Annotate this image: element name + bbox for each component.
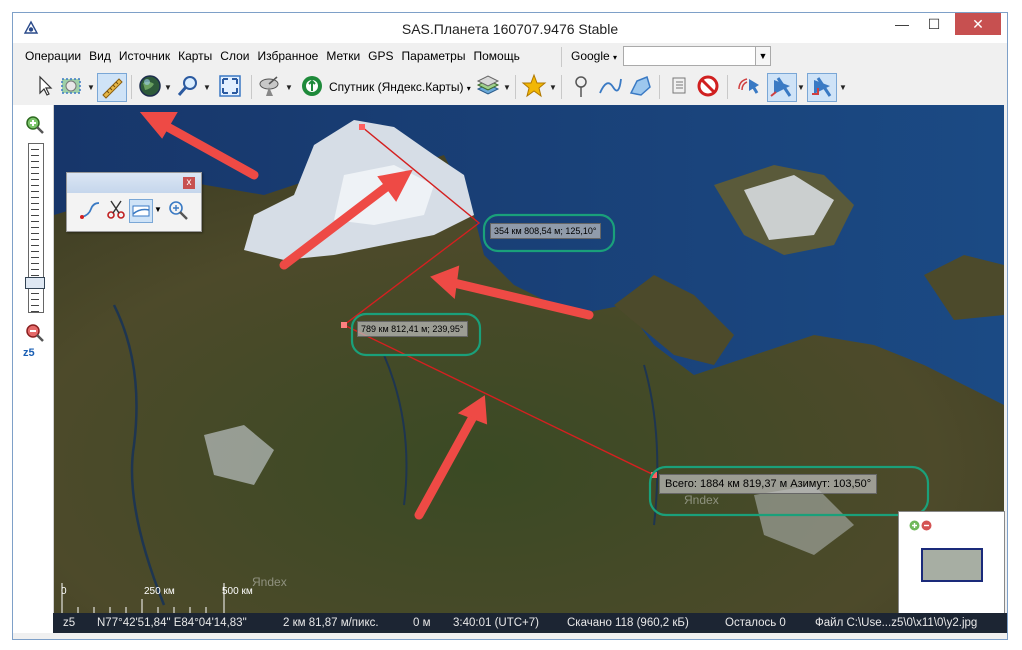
chevron-down-icon: ▾	[466, 84, 471, 93]
menu-maps[interactable]: Карты	[174, 45, 216, 67]
chevron-down-icon[interactable]: ▼	[285, 83, 293, 92]
zoom-panel: z5	[13, 105, 54, 633]
zoom-in-icon[interactable]	[25, 115, 45, 135]
yandex-watermark: Яndex	[252, 575, 287, 589]
measure-total-label: Всего: 1884 км 819,37 м Азимут: 103,50°	[659, 474, 878, 494]
cursor-arrow-icon	[39, 75, 53, 96]
search-engine-label: Google	[571, 49, 610, 63]
measure-toolbar-header[interactable]	[67, 173, 201, 193]
ruler-icon	[102, 78, 123, 99]
menu-marks[interactable]: Метки	[322, 45, 364, 67]
scale-label-250: 250 км	[144, 586, 175, 597]
zoom-level-label: z5	[23, 347, 35, 359]
measure-segment-label-1: 354 км 808,54 м; 125,10°	[490, 223, 601, 239]
chevron-down-icon[interactable]: ▼	[87, 83, 95, 92]
measure-path-icon[interactable]	[79, 199, 101, 221]
measure-settings-icon[interactable]	[129, 199, 153, 223]
status-zoom: z5	[63, 617, 76, 629]
map-source-button[interactable]	[299, 73, 325, 101]
map-source-icon	[302, 76, 322, 96]
search-engine-select[interactable]: Google ▾	[569, 47, 617, 67]
search-dropdown-button[interactable]: ▼	[755, 46, 771, 66]
menu-layers[interactable]: Слои	[216, 45, 253, 67]
measure-segment-label-2: 789 км 812,41 м; 239,95°	[357, 321, 468, 337]
close-icon[interactable]: x	[183, 177, 195, 189]
zoom-tool-button[interactable]	[175, 73, 201, 101]
selection-tool-button[interactable]	[59, 73, 85, 101]
fullscreen-icon	[219, 75, 241, 97]
menu-view[interactable]: Вид	[85, 45, 115, 67]
scale-label-0: 0	[61, 586, 67, 597]
chevron-down-icon[interactable]: ▼	[154, 205, 162, 214]
magnifier-icon	[177, 76, 197, 96]
main-toolbar: ▼ ▼ ▼ ▼	[13, 69, 1007, 105]
chevron-down-icon[interactable]: ▼	[203, 83, 211, 92]
chevron-down-icon: ▾	[613, 53, 618, 62]
satellite-dish-button[interactable]	[257, 73, 283, 101]
yandex-watermark: Яndex	[684, 493, 719, 507]
scale-label-500: 500 км	[222, 586, 253, 597]
zoom-out-icon[interactable]	[25, 323, 45, 343]
map-source-label: Спутник (Яндекс.Карты)	[329, 80, 464, 94]
title-bar: SAS.Планета 160707.9476 Stable — ☐ ✕	[13, 13, 1007, 43]
search-input[interactable]	[623, 46, 757, 66]
menu-favorites[interactable]: Избранное	[253, 45, 322, 67]
status-file: Файл C:\Use...z5\0\x11\0\y2.jpg	[815, 617, 978, 629]
measure-toolbar: x ▼	[66, 172, 202, 232]
status-remaining: Осталось 0	[725, 617, 786, 629]
menu-gps[interactable]: GPS	[364, 45, 397, 67]
menu-parameters[interactable]: Параметры	[398, 45, 470, 67]
app-window: SAS.Планета 160707.9476 Stable — ☐ ✕ Опе…	[12, 12, 1008, 640]
status-coordinates: N77°42'51,84" E84°04'14,83"	[97, 617, 247, 629]
minimap-viewport[interactable]	[921, 548, 983, 582]
satellite-dish-icon	[259, 76, 279, 96]
ruler-tool-button[interactable]	[97, 73, 127, 102]
menu-separator	[561, 47, 562, 67]
status-bar: z5 N77°42'51,84" E84°04'14,83" 2 км 81,8…	[53, 613, 1007, 633]
menu-operations[interactable]: Операции	[21, 45, 85, 67]
close-button[interactable]: ✕	[955, 13, 1001, 35]
maximize-button[interactable]: ☐	[919, 13, 949, 35]
menu-bar: Операции Вид Источник Карты Слои Избранное Мет…	[21, 45, 524, 67]
menu-source[interactable]: Источник	[115, 45, 174, 67]
globe-icon	[139, 75, 161, 97]
minimap-zoom-in-icon[interactable]	[909, 520, 920, 531]
zoom-to-path-icon[interactable]	[167, 199, 189, 221]
minimap-zoom-out-icon[interactable]	[921, 520, 932, 531]
fullscreen-button[interactable]	[217, 73, 243, 101]
map-source-select[interactable]: Спутник (Яндекс.Карты) ▾	[329, 80, 471, 94]
mini-map[interactable]	[898, 511, 1005, 617]
status-elevation: 0 м	[413, 617, 431, 629]
window-title: SAS.Планета 160707.9476 Stable	[401, 21, 619, 37]
select-area-icon	[61, 78, 81, 94]
zoom-slider-handle[interactable]	[25, 277, 45, 289]
status-resolution: 2 км 81,87 м/пикс.	[283, 617, 379, 629]
minimize-button[interactable]: —	[887, 13, 917, 35]
status-time: 3:40:01 (UTC+7)	[453, 617, 539, 629]
scissors-icon[interactable]	[105, 199, 127, 221]
globe-button[interactable]	[137, 73, 163, 101]
pointer-tool-button[interactable]	[35, 73, 55, 101]
menu-help[interactable]: Помощь	[469, 45, 523, 67]
status-downloaded: Скачано 118 (960,2 кБ)	[567, 617, 689, 629]
chevron-down-icon[interactable]: ▼	[164, 83, 172, 92]
